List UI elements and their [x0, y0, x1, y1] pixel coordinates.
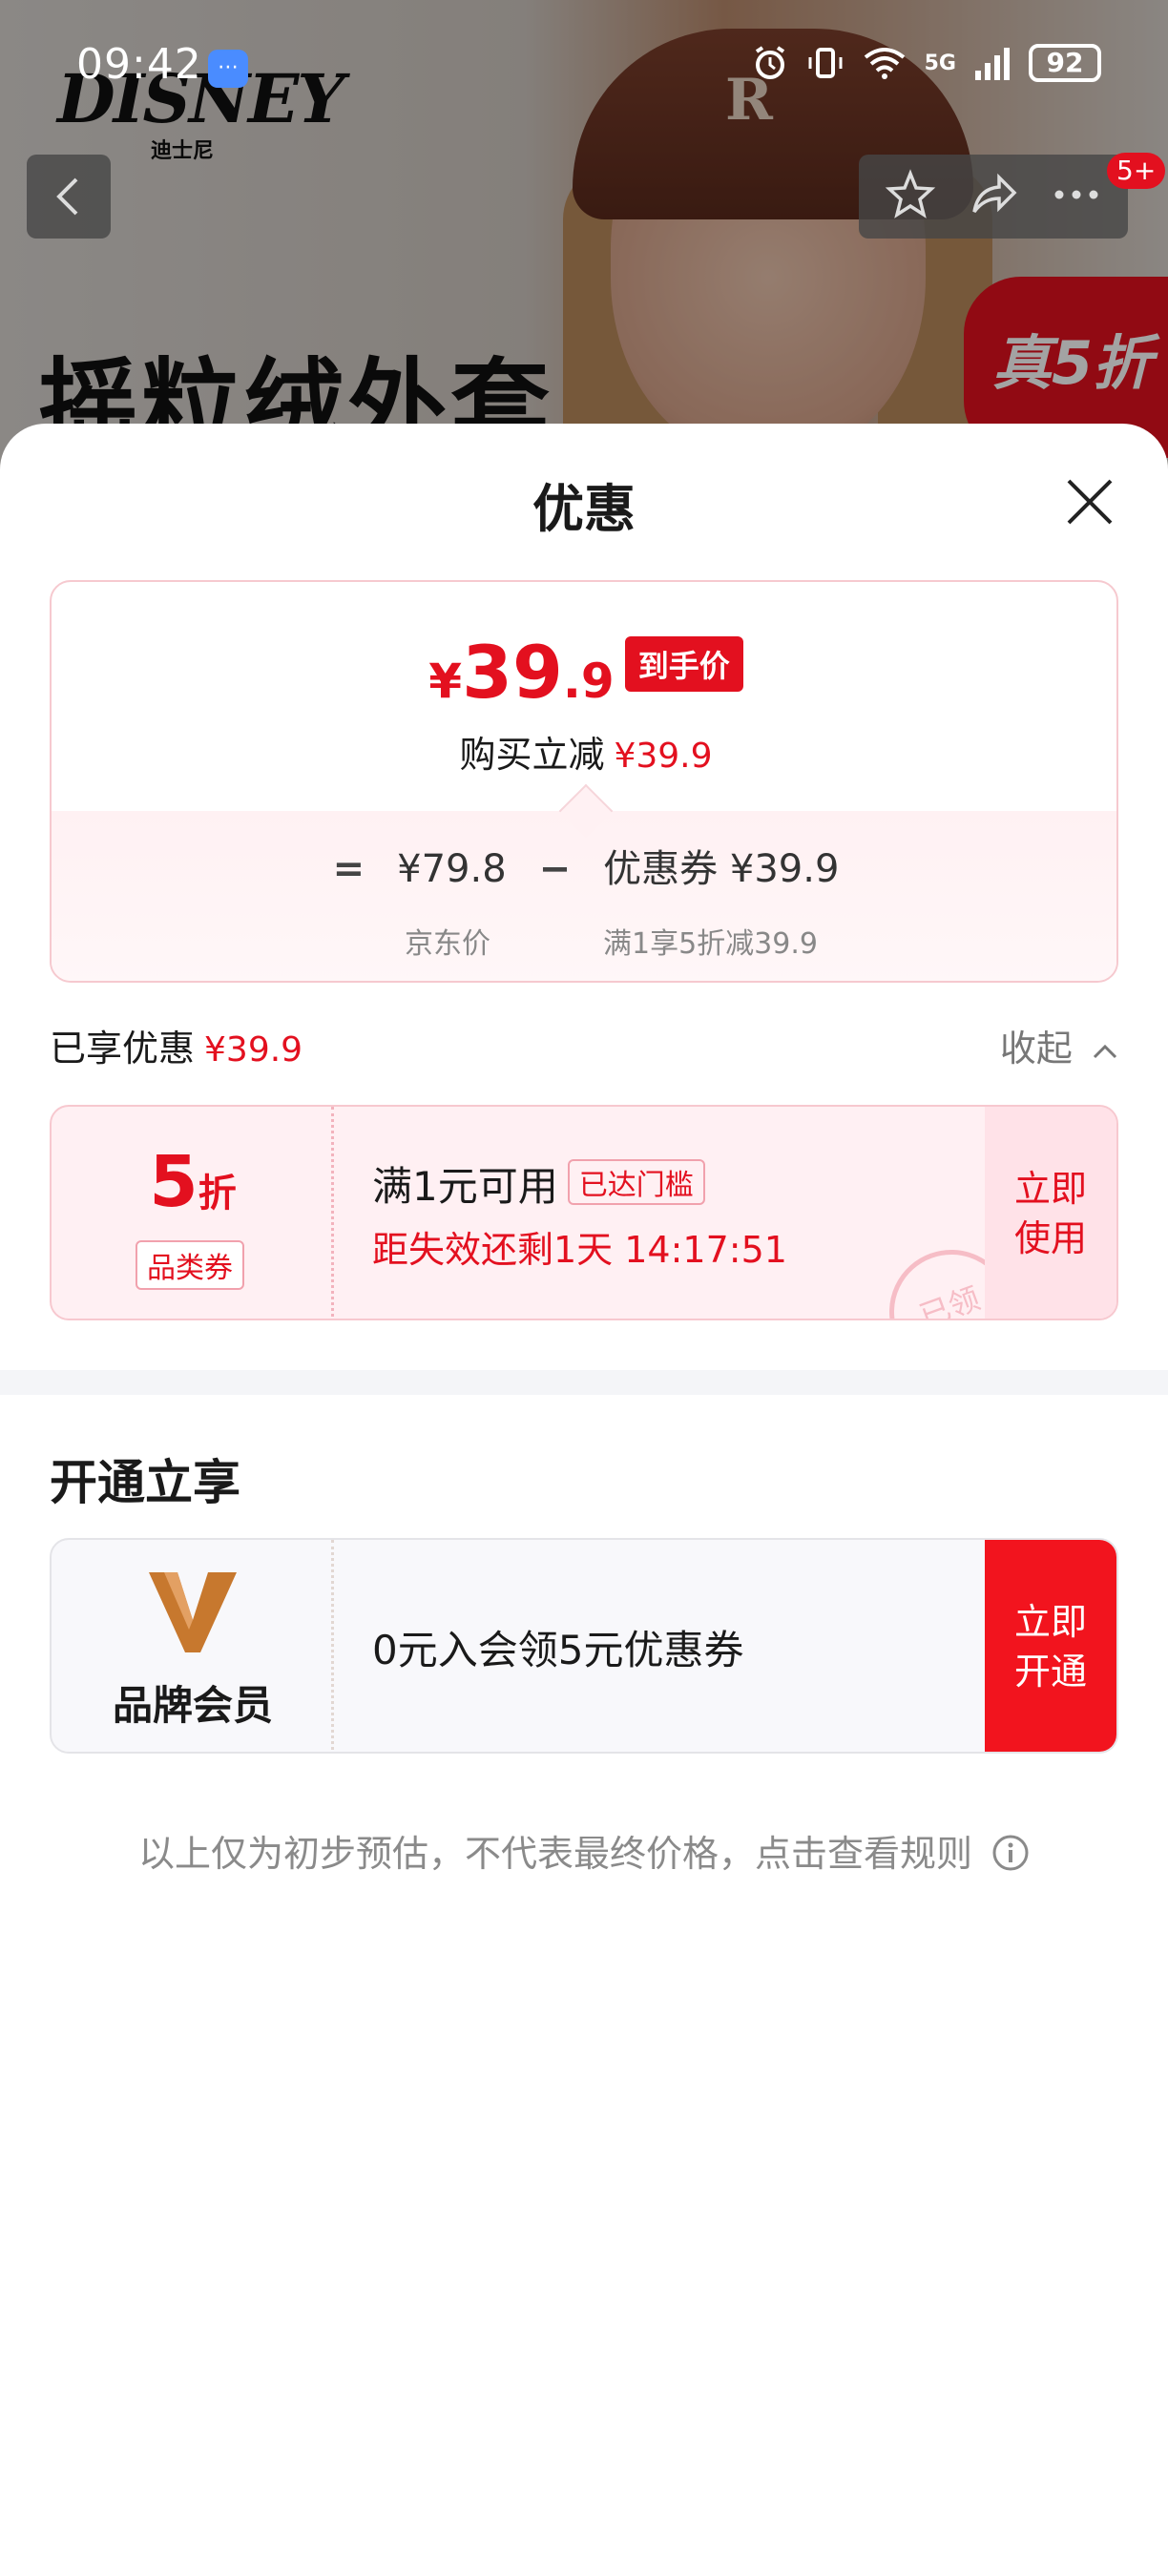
- wifi-icon: [864, 48, 905, 79]
- share-icon: [972, 173, 1017, 214]
- signal-icon: [975, 48, 1010, 80]
- brand-member-logo-icon: [149, 1572, 237, 1652]
- favorite-button[interactable]: [884, 168, 937, 225]
- close-icon: [1067, 479, 1113, 525]
- threshold-tag: 已达门槛: [567, 1159, 705, 1205]
- vibrate-icon: [808, 48, 843, 78]
- coupon-description: 满1享5折减39.9: [603, 927, 818, 961]
- status-time: 09:42: [76, 40, 202, 89]
- final-price: ¥39.9 到手价: [52, 630, 1116, 715]
- coupon-expire-countdown: 距失效还剩1天 14:17:51: [372, 1229, 787, 1271]
- reduction-amount: ¥39.9: [614, 737, 713, 776]
- chevron-left-icon: [56, 177, 78, 216]
- minus-sign: −: [538, 847, 572, 891]
- battery-indicator: 92: [1029, 44, 1101, 82]
- enjoyed-label: 已享优惠: [50, 1028, 196, 1070]
- reduction-label: 购买立减: [459, 734, 605, 776]
- coupon-card: 5折 品类券 满1元可用 已达门槛 距失效还剩1天 14:17:51 已领 立即使…: [50, 1105, 1118, 1320]
- coupon-discount-unit: 折: [198, 1172, 237, 1215]
- collapse-toggle[interactable]: 收起: [1000, 1019, 1118, 1071]
- equals-sign: =: [332, 847, 365, 891]
- enjoyed-amount: ¥39.9: [204, 1030, 303, 1070]
- final-price-integer: 39: [462, 630, 563, 715]
- coupon-discount: 5折: [52, 1141, 334, 1223]
- enjoyed-discount: 已享优惠 ¥39.9: [50, 1019, 302, 1071]
- jd-price-label: 京东价: [405, 927, 490, 961]
- coupon-deduction-label: 优惠券: [603, 847, 719, 891]
- more-button[interactable]: [1050, 168, 1103, 225]
- status-icons: 5G 92: [751, 44, 1101, 82]
- status-bar: 09:42 ⋯ 5G 92: [0, 0, 1168, 134]
- section-divider: [0, 1370, 1168, 1395]
- discount-sheet: 优惠 ¥39.9 到手价 购买立减 ¥39.9 = ¥79.8 − 优惠券 ¥39…: [0, 424, 1168, 2576]
- back-button[interactable]: [27, 155, 111, 239]
- price-summary-card: ¥39.9 到手价 购买立减 ¥39.9 = ¥79.8 − 优惠券 ¥39.9 …: [50, 580, 1118, 983]
- membership-name: 品牌会员: [112, 1682, 273, 1729]
- coupon-condition: 满1元可用 已达门槛: [372, 1154, 787, 1213]
- final-price-tag: 到手价: [624, 636, 743, 692]
- instant-reduction: 购买立减 ¥39.9: [52, 725, 1116, 778]
- network-type: 5G: [924, 51, 956, 75]
- price-disclaimer-link[interactable]: 以上仅为初步预估，不代表最终价格，点击查看规则: [0, 1824, 1168, 1877]
- chevron-up-icon: [1093, 1044, 1117, 1058]
- final-price-decimal: .9: [562, 654, 615, 709]
- coupon-deduction: 优惠券 ¥39.9: [603, 838, 839, 893]
- info-icon: [992, 1835, 1029, 1871]
- price-formula: = ¥79.8 − 优惠券 ¥39.9: [52, 838, 1116, 893]
- membership-section-title: 开通立享: [50, 1455, 240, 1510]
- coupon-value-area: 5折 品类券: [52, 1107, 334, 1319]
- use-coupon-button[interactable]: 立即 使用: [985, 1107, 1116, 1319]
- coupon-condition-text: 满1元可用: [372, 1163, 558, 1210]
- top-action-bar: [859, 155, 1128, 239]
- join-membership-button[interactable]: 立即 开通: [985, 1540, 1116, 1752]
- disclaimer-text: 以上仅为初步预估，不代表最终价格，点击查看规则: [137, 1833, 972, 1875]
- coupon-details: 满1元可用 已达门槛 距失效还剩1天 14:17:51: [372, 1154, 787, 1273]
- share-button[interactable]: [967, 168, 1020, 225]
- alarm-icon: [755, 46, 784, 79]
- sheet-title: 优惠: [532, 479, 636, 539]
- coupon-discount-value: 5: [149, 1141, 198, 1223]
- coupon-type-badge: 品类券: [136, 1240, 244, 1290]
- star-icon: [885, 169, 935, 218]
- membership-description: 0元入会领5元优惠券: [372, 1627, 744, 1673]
- more-icon: [1054, 190, 1098, 199]
- final-price-area: ¥39.9 到手价 购买立减 ¥39.9: [52, 582, 1116, 811]
- collapse-label: 收起: [999, 1028, 1073, 1070]
- more-badge: 5+: [1107, 153, 1166, 189]
- close-button[interactable]: [1059, 471, 1120, 532]
- coupon-deduction-value: ¥39.9: [729, 847, 840, 891]
- message-notification-icon: ⋯: [208, 50, 248, 88]
- price-formula-area: = ¥79.8 − 优惠券 ¥39.9 京东价 满1享5折减39.9: [52, 783, 1116, 981]
- final-price-symbol: ¥: [428, 654, 463, 709]
- membership-card: 品牌会员 0元入会领5元优惠券 立即 开通: [50, 1538, 1118, 1754]
- jd-price: ¥79.8: [397, 847, 507, 891]
- membership-brand-area: 品牌会员: [52, 1540, 334, 1752]
